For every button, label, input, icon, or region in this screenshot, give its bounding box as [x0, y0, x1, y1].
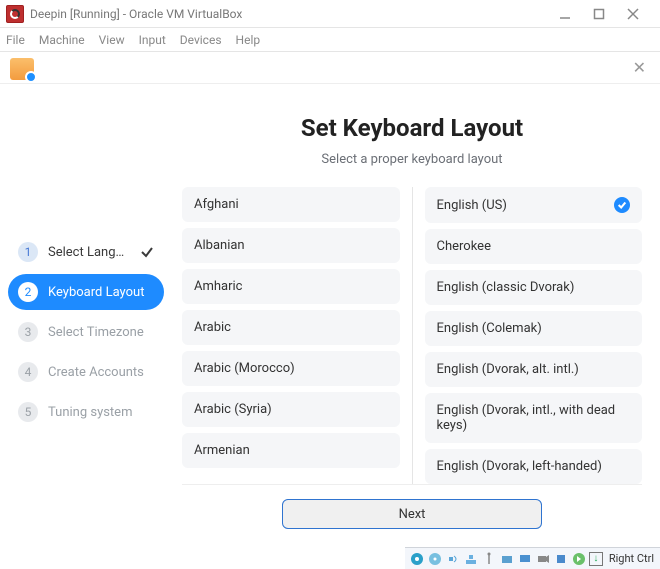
variant-option[interactable]: English (Dvorak, intl., with dead keys): [425, 393, 643, 443]
check-icon: [140, 245, 154, 259]
layout-option[interactable]: Arabic: [182, 310, 400, 345]
menu-file[interactable]: File: [6, 33, 25, 47]
layout-list-left[interactable]: Afghani Albanian Amharic Arabic Arabic (…: [182, 187, 400, 484]
step-number: 1: [18, 242, 38, 262]
network-icon[interactable]: [463, 551, 479, 567]
menu-machine[interactable]: Machine: [39, 33, 85, 47]
page-heading: Set Keyboard Layout: [301, 114, 523, 142]
menu-help[interactable]: Help: [236, 33, 261, 47]
layout-option[interactable]: Albanian: [182, 228, 400, 263]
main: 1 Select Langu… 2 Keyboard Layout 3 Sele…: [0, 84, 660, 546]
variant-option[interactable]: English (US): [425, 187, 643, 223]
layout-option[interactable]: Amharic: [182, 269, 400, 304]
variant-option[interactable]: English (classic Dvorak): [425, 270, 643, 305]
display-icon[interactable]: [517, 551, 533, 567]
step-tuning-system[interactable]: 5 Tuning system: [8, 394, 164, 430]
installer-close-icon[interactable]: ✕: [633, 58, 646, 77]
step-number: 4: [18, 362, 38, 382]
recording-icon[interactable]: [535, 551, 551, 567]
step-select-language[interactable]: 1 Select Langu…: [8, 234, 164, 270]
step-keyboard-layout[interactable]: 2 Keyboard Layout: [8, 274, 164, 310]
optical-disk-icon[interactable]: [427, 551, 443, 567]
usb-icon[interactable]: [481, 551, 497, 567]
minimize-button[interactable]: [558, 7, 572, 21]
menu-devices[interactable]: Devices: [180, 33, 222, 47]
step-label: Tuning system: [48, 405, 154, 420]
close-button[interactable]: [626, 7, 640, 21]
maximize-button[interactable]: [592, 7, 606, 21]
variant-option[interactable]: English (Dvorak, left-handed): [425, 449, 643, 484]
layout-option[interactable]: Armenian: [182, 433, 400, 468]
installer-header: ✕: [0, 52, 660, 84]
window-title: Deepin [Running] - Oracle VM VirtualBox: [30, 7, 558, 21]
step-number: 3: [18, 322, 38, 342]
step-label: Keyboard Layout: [48, 285, 154, 300]
step-create-accounts[interactable]: 4 Create Accounts: [8, 354, 164, 390]
virtualbox-logo: [6, 5, 24, 23]
layout-option[interactable]: Afghani: [182, 187, 400, 222]
layout-option[interactable]: Arabic (Syria): [182, 392, 400, 427]
layout-option[interactable]: Arabic (Morocco): [182, 351, 400, 386]
selected-check-icon: [614, 197, 630, 213]
variant-option[interactable]: English (Dvorak, alt. intl.): [425, 352, 643, 387]
installer-logo-icon: [10, 56, 34, 80]
next-wrap: Next: [182, 484, 642, 534]
shared-folders-icon[interactable]: [499, 551, 515, 567]
audio-icon[interactable]: [445, 551, 461, 567]
variant-option[interactable]: English (Colemak): [425, 311, 643, 346]
window-controls: [558, 7, 654, 21]
menu-view[interactable]: View: [99, 33, 125, 47]
host-key-indicator-icon[interactable]: ↓: [589, 552, 603, 566]
next-button[interactable]: Next: [282, 499, 542, 529]
step-label: Create Accounts: [48, 365, 154, 380]
variant-option[interactable]: Cherokee: [425, 229, 643, 264]
hard-disk-icon[interactable]: [409, 551, 425, 567]
step-select-timezone[interactable]: 3 Select Timezone: [8, 314, 164, 350]
processor-icon[interactable]: [553, 551, 569, 567]
layout-columns: Afghani Albanian Amharic Arabic Arabic (…: [182, 187, 642, 484]
menubar: File Machine View Input Devices Help: [0, 28, 660, 52]
step-number: 5: [18, 402, 38, 422]
sidebar: 1 Select Langu… 2 Keyboard Layout 3 Sele…: [0, 84, 172, 546]
page-subheading: Select a proper keyboard layout: [321, 152, 502, 167]
step-label: Select Langu…: [48, 245, 130, 260]
step-label: Select Timezone: [48, 325, 154, 340]
statusbar: ↓ Right Ctrl: [405, 547, 660, 569]
titlebar: Deepin [Running] - Oracle VM VirtualBox: [0, 0, 660, 28]
step-number: 2: [18, 282, 38, 302]
menu-input[interactable]: Input: [139, 33, 166, 47]
mouse-integration-icon[interactable]: [571, 551, 587, 567]
host-key-label: Right Ctrl: [609, 552, 654, 565]
column-divider: [412, 187, 413, 484]
content: Set Keyboard Layout Select a proper keyb…: [172, 84, 660, 546]
layout-list-right[interactable]: English (US) Cherokee English (classic D…: [425, 187, 643, 484]
